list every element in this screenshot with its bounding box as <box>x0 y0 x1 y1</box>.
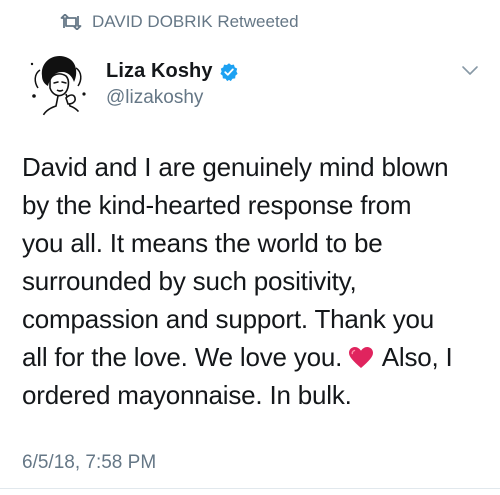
tweet-line: surrounded by such positivity, <box>22 266 357 296</box>
heart-emoji-icon <box>349 347 374 368</box>
tweet-line: all for the love. We love you. <box>22 342 343 372</box>
retweet-icon <box>60 14 82 30</box>
tweet-timestamp[interactable]: 6/5/18, 7:58 PM <box>22 452 156 474</box>
tweet-line: David and I are genuinely mind blown <box>22 152 449 182</box>
display-name[interactable]: Liza Koshy <box>106 60 213 83</box>
tweet-line: you all. It means the world to be <box>22 228 383 258</box>
tweet-line: compassion and support. Thank you <box>22 304 435 334</box>
tweet-line-with-emoji: all for the love. We love you. Also, I <box>22 338 492 376</box>
tweet-line: ordered mayonnaise. In bulk. <box>22 380 352 410</box>
retweet-context[interactable]: DAVID DOBRIK Retweeted <box>60 8 299 36</box>
user-handle[interactable]: @lizakoshy <box>106 87 239 109</box>
avatar-illustration <box>22 46 94 118</box>
divider <box>0 488 500 489</box>
retweet-label: DAVID DOBRIK Retweeted <box>92 12 299 31</box>
author-block[interactable]: Liza Koshy @lizakoshy <box>106 60 239 109</box>
tweet-line-after-emoji: Also, I <box>381 342 453 372</box>
chevron-down-icon[interactable] <box>460 64 480 78</box>
tweet-line: by the kind-hearted response from <box>22 190 412 220</box>
verified-badge-icon <box>219 62 238 81</box>
tweet-text: David and I are genuinely mind blown by … <box>22 148 492 414</box>
avatar[interactable] <box>22 46 94 118</box>
